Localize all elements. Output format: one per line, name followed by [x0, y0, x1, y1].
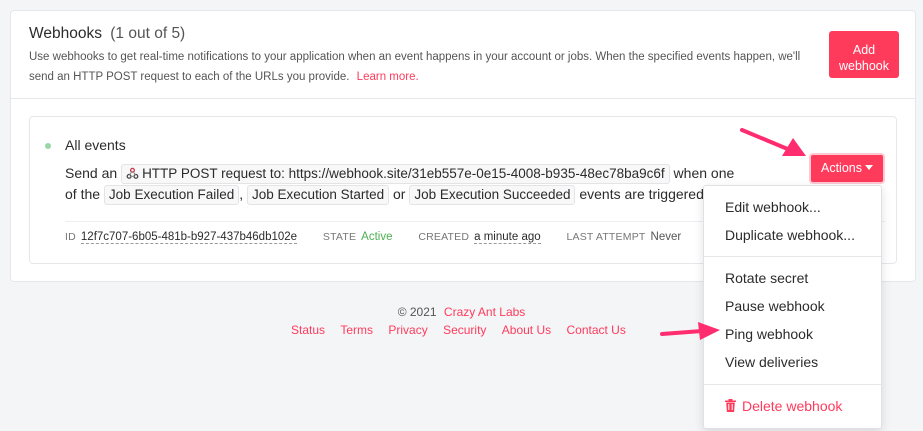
id-value: 12f7c707-6b05-481b-b927-437b46db102e	[80, 231, 298, 244]
menu-divider	[704, 384, 881, 385]
webhooks-description: Use webhooks to get real-time notificati…	[29, 47, 824, 87]
request-chip: HTTP POST request to: https://webhook.si…	[121, 164, 670, 184]
created-label: CREATED	[418, 231, 470, 243]
menu-item-view-deliveries[interactable]: View deliveries	[725, 354, 818, 370]
menu-divider	[704, 256, 881, 257]
company-link[interactable]: Crazy Ant Labs	[444, 305, 525, 319]
last-attempt-value: Never	[650, 231, 682, 243]
of-the-text: of the	[65, 186, 101, 202]
add-webhook-button[interactable]: Add webhook	[829, 31, 899, 78]
created-value: a minute ago	[474, 231, 541, 244]
footer-link-contact-us[interactable]: Contact Us	[566, 323, 625, 337]
webhook-count: (1 out of 5)	[110, 25, 186, 42]
triggered-text: events are triggered.	[579, 186, 705, 202]
menu-item-delete-webhook[interactable]: Delete webhook	[725, 398, 842, 414]
when-one-text: when one	[673, 165, 735, 181]
webhook-meta: ID 12f7c707-6b05-481b-b927-437b46db102e S…	[65, 231, 682, 244]
menu-item-edit-webhook[interactable]: Edit webhook...	[725, 199, 821, 215]
copyright-text: © 2021	[397, 305, 437, 319]
delete-label: Delete webhook	[742, 398, 843, 414]
learn-more-link[interactable]: Learn more.	[357, 71, 419, 83]
menu-item-rotate-secret[interactable]: Rotate secret	[725, 270, 808, 286]
webhook-events-line: of the Job Execution Failed, Job Executi…	[65, 184, 705, 205]
footer-link-about-us[interactable]: About Us	[502, 323, 551, 337]
actions-label: Actions	[821, 161, 862, 175]
state-label: STATE	[322, 231, 357, 243]
status-dot	[45, 143, 51, 149]
footer-link-security[interactable]: Security	[443, 323, 486, 337]
annotation-arrow-actions	[740, 128, 806, 156]
trash-icon	[725, 399, 736, 412]
last-attempt-label: LAST ATTEMPT	[566, 231, 646, 243]
webhook-name: All events	[65, 137, 126, 153]
id-label: ID	[65, 231, 76, 243]
state-value: Active	[361, 231, 393, 243]
footer-link-privacy[interactable]: Privacy	[388, 323, 427, 337]
comma-separator: ,	[239, 186, 244, 202]
page-title-text: Webhooks	[29, 25, 102, 42]
annotation-arrow-ping	[660, 322, 720, 340]
send-prefix: Send an	[65, 165, 118, 181]
caret-down-icon	[865, 165, 873, 170]
page-title: Webhooks (1 out of 5)	[29, 25, 185, 43]
footer-link-terms[interactable]: Terms	[340, 323, 373, 337]
actions-button[interactable]: Actions	[811, 155, 883, 182]
footer-links: Status Terms Privacy Security About Us C…	[285, 323, 632, 337]
or-text: or	[393, 186, 406, 202]
event-chip-started: Job Execution Started	[247, 185, 390, 205]
webhook-icon	[126, 167, 139, 179]
event-chip-succeeded: Job Execution Succeeded	[409, 185, 576, 205]
card-header: Webhooks (1 out of 5) Use webhooks to ge…	[11, 11, 915, 99]
event-chip-failed: Job Execution Failed	[103, 185, 240, 205]
menu-item-ping-webhook[interactable]: Ping webhook	[725, 326, 813, 342]
footer-copyright: © 2021 Crazy Ant Labs	[0, 305, 923, 319]
request-text: HTTP POST request to: https://webhook.si…	[142, 166, 665, 181]
menu-item-duplicate-webhook[interactable]: Duplicate webhook...	[725, 227, 855, 243]
webhook-request-line: Send an HTTP POST request to: https://we…	[65, 163, 734, 184]
footer-link-status[interactable]: Status	[291, 323, 325, 337]
